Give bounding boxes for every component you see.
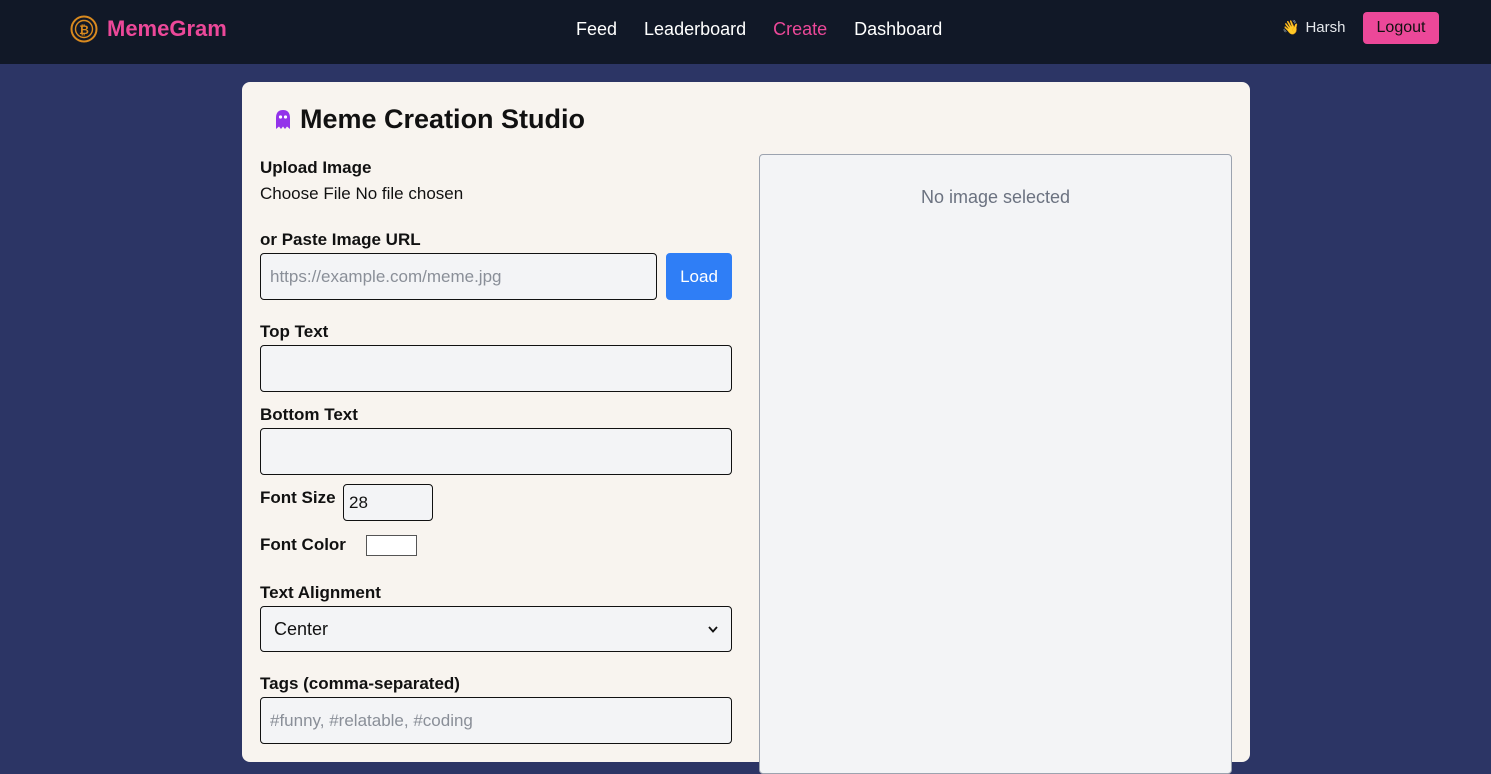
font-color-label: Font Color: [260, 535, 346, 554]
page-title-row: Meme Creation Studio: [274, 104, 585, 135]
tags-input[interactable]: [260, 697, 732, 744]
top-text-input[interactable]: [260, 345, 732, 392]
svg-text:₿: ₿: [79, 23, 89, 37]
ghost-icon: [276, 109, 290, 129]
font-size-input[interactable]: [343, 484, 433, 521]
logout-button[interactable]: Logout: [1363, 12, 1439, 44]
font-size-label: Font Size: [260, 488, 336, 507]
user-name: Harsh: [1305, 19, 1346, 36]
meme-studio-card: Meme Creation Studio Upload Image Choose…: [242, 82, 1250, 774]
bottom-text-label: Bottom Text: [260, 405, 358, 424]
image-url-label: or Paste Image URL: [260, 230, 421, 249]
brand-name: MemeGram: [107, 16, 227, 41]
nav-link-leaderboard[interactable]: Leaderboard: [644, 17, 746, 41]
brand[interactable]: ₿ MemeGram: [70, 14, 227, 44]
choose-file-button[interactable]: Choose File: [260, 184, 351, 203]
text-alignment-value: Center: [274, 618, 329, 639]
nav-link-create[interactable]: Create: [773, 17, 827, 41]
file-picker: Choose File No file chosen: [260, 184, 463, 204]
top-text-label: Top Text: [260, 322, 329, 341]
user-greeting: 👋 Harsh: [1282, 19, 1345, 36]
top-navbar: ₿ MemeGram Feed Leaderboard Create Dashb…: [0, 0, 1491, 64]
file-status: No file chosen: [355, 184, 464, 203]
nav-link-dashboard[interactable]: Dashboard: [854, 17, 942, 41]
nav-links: Feed Leaderboard Create Dashboard: [576, 17, 969, 41]
waving-hand-icon: 👋: [1282, 19, 1300, 35]
font-color-picker[interactable]: [366, 535, 417, 556]
preview-empty-message: No image selected: [920, 187, 1071, 207]
meme-preview-panel: No image selected: [759, 154, 1232, 774]
bottom-text-input[interactable]: [260, 428, 732, 475]
load-button[interactable]: Load: [666, 253, 732, 300]
image-url-input[interactable]: [260, 253, 657, 300]
bitcoin-coin-icon: ₿: [70, 15, 98, 43]
page-title: Meme Creation Studio: [300, 104, 586, 134]
text-alignment-label: Text Alignment: [260, 583, 381, 602]
nav-link-feed[interactable]: Feed: [576, 17, 617, 41]
tags-label: Tags (comma-separated): [260, 674, 460, 693]
text-alignment-select[interactable]: Center: [260, 606, 732, 652]
chevron-down-icon: [708, 625, 718, 633]
upload-image-label: Upload Image: [260, 158, 372, 177]
